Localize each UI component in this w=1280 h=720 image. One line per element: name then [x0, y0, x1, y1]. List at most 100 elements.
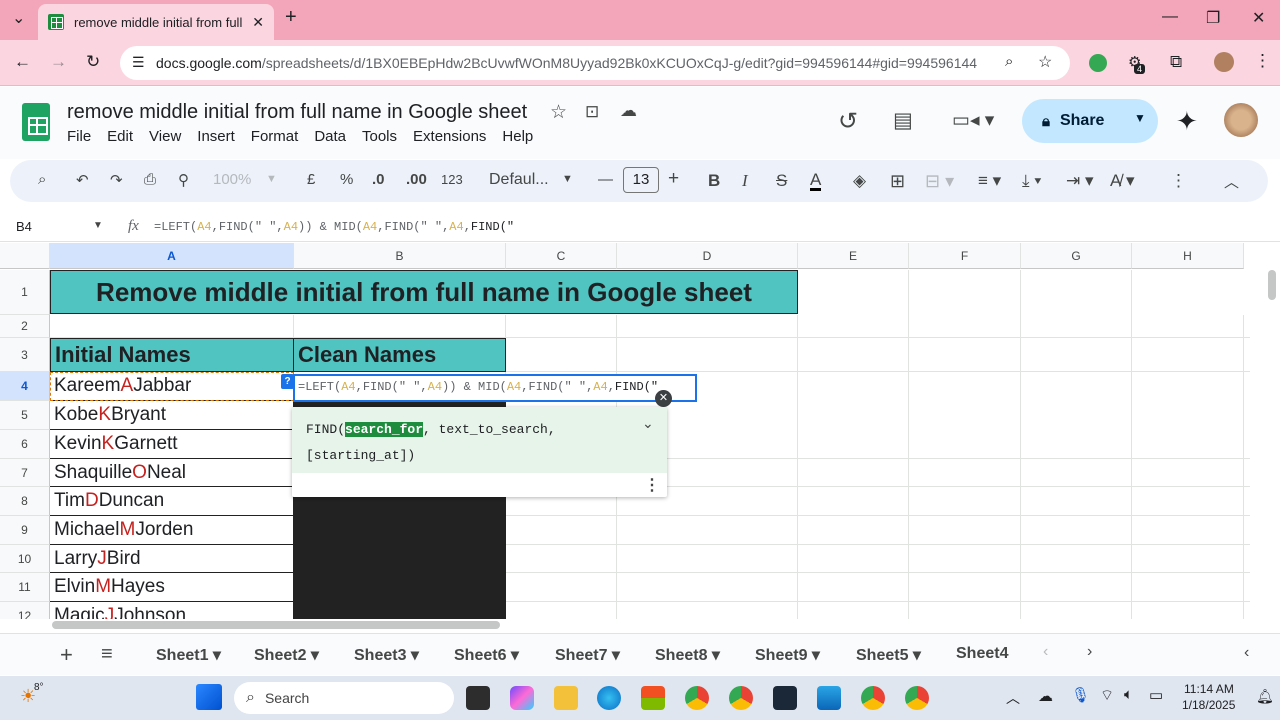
header-initial-names[interactable]: Initial Names: [50, 338, 294, 372]
column-header-e[interactable]: E: [798, 243, 909, 269]
back-icon[interactable]: ←: [14, 52, 31, 72]
vertical-scrollbar[interactable]: [1268, 270, 1276, 300]
document-title[interactable]: remove middle initial from full name in …: [67, 101, 527, 124]
undo-icon[interactable]: ↶: [76, 171, 89, 189]
onedrive-icon[interactable]: ☁: [1038, 687, 1053, 705]
bookmark-star-icon[interactable]: ☆: [1038, 52, 1052, 72]
sheet-tab[interactable]: Sheet3 ▾: [354, 645, 419, 665]
sheet-tab[interactable]: Sheet6 ▾: [454, 645, 519, 665]
column-header-b[interactable]: B: [294, 243, 506, 269]
column-header-g[interactable]: G: [1021, 243, 1132, 269]
zoom-icon[interactable]: ⌕: [1005, 53, 1013, 70]
name-cell[interactable]: Elvin M Hayes: [50, 573, 294, 602]
italic-icon[interactable]: I: [742, 171, 748, 191]
all-sheets-icon[interactable]: ≡: [101, 643, 113, 666]
url-field[interactable]: ☰ docs.google.com/spreadsheets/d/1BX0EBE…: [120, 46, 1070, 80]
chrome-menu-icon[interactable]: ⋮: [1254, 51, 1271, 71]
menu-tools[interactable]: Tools: [362, 128, 397, 145]
font-size-input[interactable]: 13: [623, 167, 659, 193]
row-header-2[interactable]: 2: [0, 315, 50, 338]
menu-file[interactable]: File: [67, 128, 91, 145]
row-header-9[interactable]: 9: [0, 516, 50, 545]
scroll-tabs-left-icon[interactable]: ‹: [1043, 643, 1048, 661]
row-header-12[interactable]: 12: [0, 602, 50, 619]
profile-avatar[interactable]: [1214, 52, 1234, 72]
expand-help-icon[interactable]: ⌄: [642, 415, 654, 432]
sheet-tab[interactable]: Sheet5 ▾: [856, 645, 921, 665]
more-formats-button[interactable]: 123: [441, 172, 463, 187]
sheet-tab[interactable]: Sheet4: [956, 645, 1008, 663]
star-icon[interactable]: ☆: [550, 101, 567, 124]
clock-time[interactable]: 11:14 AM: [1184, 682, 1234, 696]
name-cell[interactable]: Michael M Jorden: [50, 516, 294, 545]
meet-video-icon[interactable]: ▭◂ ▾: [952, 109, 994, 132]
menu-view[interactable]: View: [149, 128, 181, 145]
row-header-1[interactable]: 1: [0, 270, 50, 315]
reload-icon[interactable]: ↻: [86, 52, 100, 72]
text-color-icon[interactable]: A: [810, 171, 822, 191]
row-header-10[interactable]: 10: [0, 545, 50, 573]
header-clean-names[interactable]: Clean Names: [293, 338, 506, 372]
strikethrough-icon[interactable]: S: [776, 171, 787, 191]
name-box-dropdown-icon[interactable]: ▼: [93, 220, 103, 231]
browser-tab[interactable]: remove middle initial from full ✕: [38, 4, 274, 40]
version-history-icon[interactable]: ↺: [838, 107, 858, 136]
print-icon[interactable]: ⎙: [144, 171, 156, 188]
chrome-icon[interactable]: [729, 686, 753, 710]
sheet-tab[interactable]: Sheet8 ▾: [655, 645, 720, 665]
bold-icon[interactable]: B: [708, 171, 720, 191]
add-sheet-icon[interactable]: +: [60, 642, 73, 668]
search-menus-icon[interactable]: ⌕: [38, 171, 46, 188]
row-header-7[interactable]: 7: [0, 459, 50, 487]
new-tab-icon[interactable]: +: [285, 6, 297, 29]
redo-icon[interactable]: ↷: [110, 171, 123, 189]
chrome-profile-2-icon[interactable]: [861, 686, 885, 710]
name-cell[interactable]: Magic J Johnson: [50, 602, 294, 619]
extension-green-icon[interactable]: [1089, 54, 1107, 72]
select-all-corner[interactable]: [0, 243, 50, 269]
gemini-sparkle-icon[interactable]: ✦: [1176, 106, 1198, 137]
row-header-6[interactable]: 6: [0, 430, 50, 459]
name-cell[interactable]: Shaquille O Neal: [50, 459, 294, 487]
increase-font-size-icon[interactable]: +: [668, 168, 679, 190]
copilot-icon[interactable]: [510, 686, 534, 710]
column-header-h[interactable]: H: [1132, 243, 1244, 269]
zoom-dropdown-icon[interactable]: ▼: [266, 173, 277, 185]
move-folder-icon[interactable]: ⊡: [585, 102, 599, 122]
currency-format-button[interactable]: £: [307, 171, 315, 188]
battery-icon[interactable]: ▭: [1149, 686, 1163, 704]
terminal-app-icon[interactable]: [773, 686, 797, 710]
column-header-c[interactable]: C: [506, 243, 617, 269]
store-icon[interactable]: [641, 686, 665, 710]
file-explorer-icon[interactable]: [554, 686, 578, 710]
borders-icon[interactable]: ⊞: [890, 171, 905, 192]
side-panel-toggle-icon[interactable]: ‹: [1244, 644, 1249, 662]
percent-format-button[interactable]: %: [340, 171, 353, 188]
cell-editor-b4[interactable]: =LEFT(A4,FIND(" ",A4)) & MID(A4,FIND(" "…: [293, 374, 697, 402]
zoom-select[interactable]: 100%: [213, 171, 251, 188]
restore-icon[interactable]: ❐: [1206, 8, 1220, 28]
title-cell[interactable]: Remove middle initial from full name in …: [50, 270, 798, 314]
column-header-f[interactable]: F: [909, 243, 1021, 269]
edge-icon[interactable]: [597, 686, 621, 710]
column-header-a[interactable]: A: [50, 243, 294, 269]
decrease-decimal-button[interactable]: .0: [372, 171, 385, 188]
name-cell[interactable]: Larry J Bird: [50, 545, 294, 573]
close-help-icon[interactable]: ✕: [655, 390, 672, 407]
user-avatar[interactable]: [1224, 103, 1258, 137]
row-header-4[interactable]: 4: [0, 372, 50, 401]
sheet-tab[interactable]: Sheet2 ▾: [254, 645, 319, 665]
sheet-tab[interactable]: Sheet9 ▾: [755, 645, 820, 665]
name-cell[interactable]: Kobe K Bryant: [50, 401, 294, 430]
name-box[interactable]: B4: [16, 219, 32, 234]
horizontal-scrollbar[interactable]: [52, 621, 500, 629]
more-options-icon[interactable]: ⋮: [1170, 171, 1187, 191]
start-windows-icon[interactable]: [196, 684, 222, 710]
tab-search-icon[interactable]: ⌄: [12, 8, 25, 28]
paint-format-icon[interactable]: ⚲: [178, 171, 189, 189]
font-family-select[interactable]: Defaul...: [489, 171, 549, 189]
taskbar-search[interactable]: ⌕ Search: [234, 682, 454, 714]
microphone-icon[interactable]: 🎙︎: [1071, 686, 1090, 704]
menu-insert[interactable]: Insert: [197, 128, 235, 145]
comments-icon[interactable]: ▤: [893, 108, 913, 133]
